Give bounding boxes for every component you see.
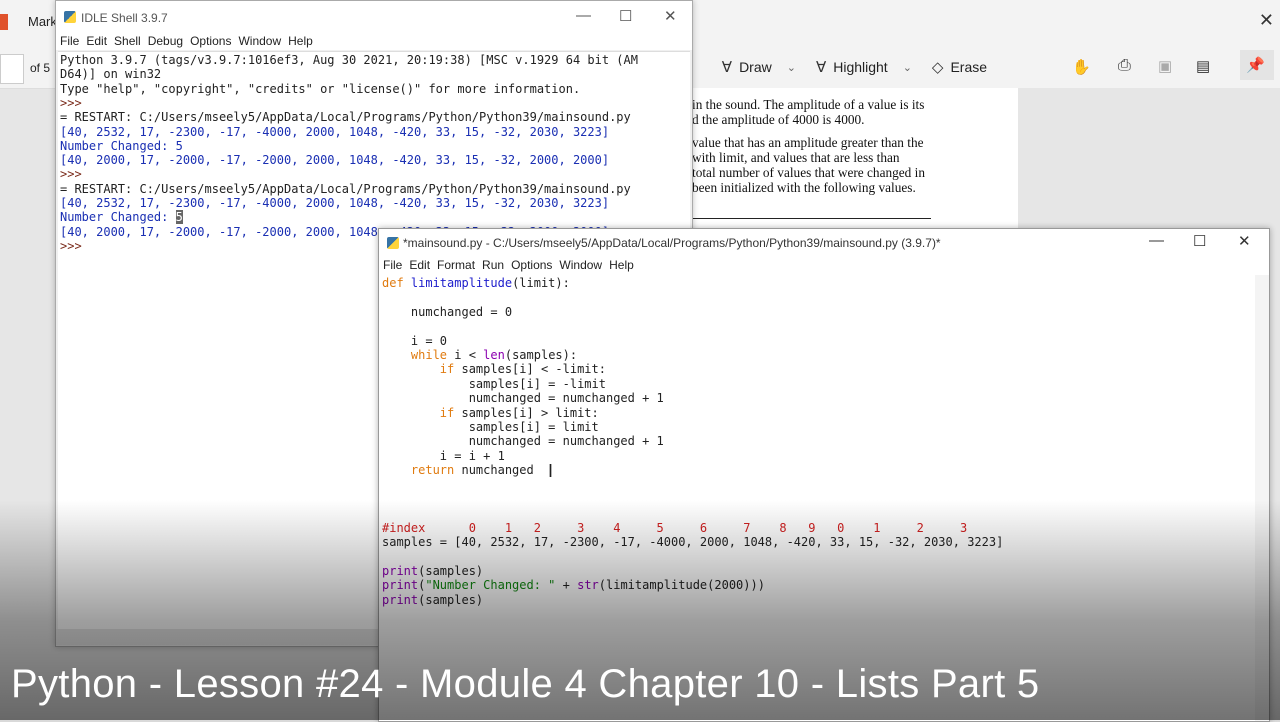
print-icon[interactable]: ⎙	[1118, 57, 1131, 75]
shell-line: [40, 2532, 17, -2300, -17, -4000, 2000, …	[60, 196, 610, 210]
pdf-text-line: in the sound. The amplitude of a value i…	[692, 97, 925, 112]
shell-line: >>>	[60, 238, 89, 253]
tool-erase[interactable]: ◇ Erase	[932, 58, 987, 76]
code-line: if samples[i] > limit:	[382, 405, 599, 420]
python-icon	[387, 237, 399, 249]
save-as-icon[interactable]: ▤	[1196, 57, 1210, 75]
editor-menubar: File Edit Format Run Options Window Help	[379, 258, 1269, 274]
annotation-tools: d∀Draw⌄∀Highlight⌄◇Erase	[680, 56, 1007, 78]
page-count: of 5	[30, 61, 51, 75]
menu-shell[interactable]: Shell	[114, 34, 141, 48]
python-icon	[64, 11, 76, 23]
shell-line: [40, 2000, 17, -2000, -17, -2000, 2000, …	[60, 153, 610, 168]
shell-line: [40, 2532, 17, -2300, -17, -4000, 2000, …	[60, 124, 610, 139]
eraser-icon: ◇	[931, 59, 944, 76]
menu-window[interactable]: Window	[238, 34, 281, 48]
pdf-text-line: been initialized with the following valu…	[692, 180, 916, 195]
touch-icon[interactable]: ✋	[1072, 58, 1091, 76]
shell-title: IDLE Shell 3.9.7	[81, 11, 168, 25]
shell-line: Number Changed: 5	[60, 138, 183, 153]
code-line: i = i + 1	[382, 448, 505, 463]
code-line: samples[i] = limit	[382, 420, 599, 434]
menu-run[interactable]: Run	[482, 258, 504, 272]
pdf-text-line: with limit, and values that are less tha…	[692, 150, 900, 165]
close-icon[interactable]: ✕	[1259, 10, 1274, 31]
page-number-input[interactable]	[0, 54, 24, 84]
code-line: if samples[i] < -limit:	[382, 362, 606, 377]
tool-highlight[interactable]: ∀ Highlight ⌄	[816, 58, 912, 76]
close-icon[interactable]: ✕	[1238, 232, 1251, 250]
maximize-icon[interactable]: ☐	[619, 7, 632, 25]
shell-line: D64)] on win32	[60, 67, 162, 82]
minimize-icon[interactable]: —	[576, 7, 591, 24]
tool-label: Draw	[739, 59, 772, 75]
menu-file[interactable]: File	[383, 258, 402, 272]
tool-label: Highlight	[833, 59, 888, 75]
menu-edit[interactable]: Edit	[86, 34, 107, 48]
pin-icon[interactable]: 📌	[1246, 56, 1265, 74]
shell-line: = RESTART: C:/Users/mseely5/AppData/Loca…	[60, 110, 631, 125]
menu-format[interactable]: Format	[437, 258, 475, 272]
draw-icon: ∀	[721, 59, 733, 76]
tool-draw[interactable]: ∀ Draw ⌄	[722, 58, 796, 76]
shell-menubar: File Edit Shell Debug Options Window Help	[56, 34, 692, 50]
shell-line: Type "help", "copyright", "credits" or "…	[60, 81, 581, 96]
code-line: numchanged = numchanged + 1	[382, 391, 664, 406]
menu-options[interactable]: Options	[190, 34, 231, 48]
pdf-text-line: total number of values that were changed…	[692, 165, 925, 180]
close-icon[interactable]: ✕	[664, 7, 677, 25]
shell-line: Python 3.9.7 (tags/v3.9.7:1016ef3, Aug 3…	[60, 53, 638, 67]
menu-edit[interactable]: Edit	[409, 258, 430, 272]
selected-text: 5	[175, 210, 183, 225]
pdf-margin	[1018, 88, 1280, 233]
editor-titlebar: *mainsound.py - C:/Users/mseely5/AppData…	[379, 229, 1269, 257]
app-icon	[0, 14, 8, 30]
editor-title: *mainsound.py - C:/Users/mseely5/AppData…	[403, 236, 941, 250]
pdf-text-line: d the amplitude of 4000 is 4000.	[692, 112, 865, 127]
menu-debug[interactable]: Debug	[148, 34, 183, 48]
shell-line: Number Changed: 5	[60, 210, 183, 225]
menu-window[interactable]: Window	[559, 258, 602, 272]
shell-line: >>>	[60, 167, 89, 182]
code-line: while i < len(samples):	[382, 348, 578, 362]
text-cursor-icon: I	[548, 461, 554, 481]
code-line: return numchanged	[382, 463, 541, 478]
menu-help[interactable]: Help	[288, 34, 313, 48]
menu-options[interactable]: Options	[511, 258, 552, 272]
code-line: numchanged = numchanged + 1	[382, 434, 664, 449]
tool-label: Erase	[950, 59, 988, 75]
save-icon[interactable]: ▣	[1158, 57, 1172, 75]
maximize-icon[interactable]: ☐	[1193, 232, 1206, 250]
pdf-text-line: value that has an amplitude greater than…	[692, 135, 924, 150]
menu-file[interactable]: File	[60, 34, 79, 48]
pdf-window-title: Mark	[28, 14, 57, 29]
shell-line: >>>	[60, 95, 89, 110]
code-line: i = 0	[382, 333, 448, 348]
chevron-down-icon[interactable]: ⌄	[787, 61, 796, 74]
menu-help[interactable]: Help	[609, 258, 634, 272]
code-line: samples[i] = -limit	[382, 376, 606, 391]
highlight-icon: ∀	[815, 59, 827, 76]
code-line: numchanged = 0	[382, 304, 513, 319]
minimize-icon[interactable]: —	[1149, 232, 1164, 249]
shell-line: = RESTART: C:/Users/mseely5/AppData/Loca…	[60, 181, 631, 196]
chevron-down-icon[interactable]: ⌄	[903, 61, 912, 74]
video-caption: Python - Lesson #24 - Module 4 Chapter 1…	[11, 662, 1040, 706]
pdf-page: in the sound. The amplitude of a value i…	[686, 88, 1018, 234]
code-line: def limitamplitude(limit):	[382, 276, 570, 290]
shell-titlebar: IDLE Shell 3.9.7 — ☐ ✕	[56, 1, 692, 34]
